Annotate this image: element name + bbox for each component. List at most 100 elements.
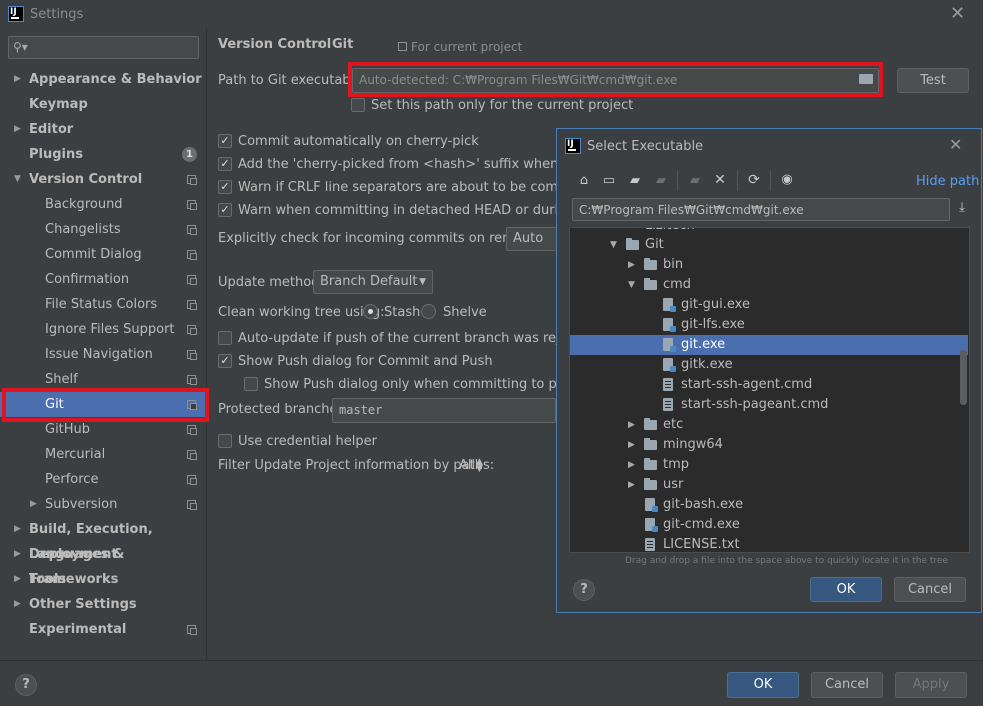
tree-item-label: git-gui.exe bbox=[681, 297, 750, 312]
refresh-icon[interactable]: ⟳ bbox=[746, 172, 762, 188]
sidebar-item-keymap[interactable]: Keymap bbox=[0, 92, 206, 117]
option-checkbox[interactable]: ✓ bbox=[218, 180, 232, 194]
sidebar-item-experimental[interactable]: Experimental bbox=[0, 617, 206, 642]
protected-branches-field[interactable]: master bbox=[332, 398, 556, 423]
option-label: Commit automatically on cherry-pick bbox=[238, 134, 479, 149]
auto-update-checkbox[interactable] bbox=[218, 331, 232, 345]
sidebar-item-version-control[interactable]: ▼ Version Control bbox=[0, 167, 206, 192]
sidebar-item-confirmation[interactable]: Confirmation bbox=[0, 267, 206, 292]
project-settings-icon bbox=[187, 250, 197, 260]
dialog-close-icon[interactable]: ✕ bbox=[949, 136, 962, 154]
chevron-right-icon[interactable]: ▶ bbox=[628, 435, 635, 455]
dialog-help-button[interactable]: ? bbox=[573, 579, 595, 601]
shelve-radio[interactable] bbox=[421, 304, 436, 319]
tree-row[interactable]: ▼ cmd bbox=[570, 275, 968, 295]
chevron-right-icon[interactable]: ▶ bbox=[628, 255, 635, 275]
chevron-down-icon[interactable]: ▼ bbox=[14, 167, 21, 192]
credential-helper-checkbox[interactable] bbox=[218, 434, 232, 448]
tree-row[interactable]: ▶ etc bbox=[570, 415, 968, 435]
tree-item-label: tmp bbox=[663, 457, 690, 472]
executable-file-icon bbox=[645, 518, 658, 532]
chevron-right-icon[interactable]: ▶ bbox=[30, 492, 37, 517]
chevron-right-icon[interactable]: ▶ bbox=[14, 67, 21, 92]
cancel-button[interactable]: Cancel bbox=[811, 672, 883, 698]
hide-path-link[interactable]: Hide path bbox=[916, 174, 979, 189]
file-tree[interactable]: Lizitech ▼Git▶bin▼cmdgit-gui.exegit-lfs.… bbox=[569, 227, 970, 553]
tree-scrollbar-thumb[interactable] bbox=[960, 350, 967, 405]
sidebar-item-editor[interactable]: ▶ Editor bbox=[0, 117, 206, 142]
tree-row[interactable]: git-bash.exe bbox=[570, 495, 968, 515]
close-icon[interactable]: ✕ bbox=[950, 5, 965, 23]
chevron-right-icon[interactable]: ▶ bbox=[14, 117, 21, 142]
new-folder-icon[interactable]: ▰ bbox=[687, 173, 703, 188]
update-method-combo[interactable]: Branch Default ▼ bbox=[313, 270, 433, 294]
sidebar-item-mercurial[interactable]: Mercurial bbox=[0, 442, 206, 467]
sidebar-item-build-execution-deployment[interactable]: ▶ Build, Execution, Deployment bbox=[0, 517, 206, 562]
download-icon[interactable]: ⤓ bbox=[954, 200, 970, 215]
dialog-cancel-button[interactable]: Cancel bbox=[894, 577, 966, 602]
sidebar-item-commit-dialog[interactable]: Commit Dialog bbox=[0, 242, 206, 267]
chevron-down-icon[interactable]: ▼ bbox=[610, 235, 617, 255]
updown-icon-lower: ▼ bbox=[476, 464, 483, 474]
sidebar-item-changelists[interactable]: Changelists bbox=[0, 217, 206, 242]
help-button[interactable]: ? bbox=[15, 674, 37, 696]
sidebar-item-label: Keymap bbox=[29, 97, 88, 112]
option-checkbox[interactable]: ✓ bbox=[218, 203, 232, 217]
scope-label: For current project bbox=[411, 40, 523, 54]
tree-row[interactable]: ▶ bin bbox=[570, 255, 968, 275]
option-checkbox[interactable]: ✓ bbox=[218, 157, 232, 171]
chevron-right-icon[interactable]: ▶ bbox=[628, 455, 635, 475]
sidebar-item-other-settings[interactable]: ▶ Other Settings bbox=[0, 592, 206, 617]
intellij-logo-icon: IJ bbox=[8, 6, 24, 22]
desktop-icon[interactable]: ▭ bbox=[601, 173, 617, 188]
sidebar-item-issue-navigation[interactable]: Issue Navigation bbox=[0, 342, 206, 367]
option-checkbox[interactable]: ✓ bbox=[218, 134, 232, 148]
breadcrumb-parent[interactable]: Version Control bbox=[218, 37, 331, 52]
sidebar-item-tools[interactable]: ▶ Tools bbox=[0, 567, 206, 592]
tree-row[interactable]: start-ssh-pageant.cmd bbox=[570, 395, 968, 415]
tree-row[interactable]: gitk.exe bbox=[570, 355, 968, 375]
delete-icon[interactable]: ✕ bbox=[712, 172, 728, 188]
sidebar-item-appearance-behavior[interactable]: ▶ Appearance & Behavior bbox=[0, 67, 206, 92]
filter-paths-value[interactable]: All bbox=[459, 458, 475, 473]
incoming-combo[interactable]: Auto bbox=[506, 227, 556, 251]
tree-row[interactable]: start-ssh-agent.cmd bbox=[570, 375, 968, 395]
chevron-right-icon[interactable]: ▶ bbox=[628, 475, 635, 495]
ok-button[interactable]: OK bbox=[727, 672, 799, 698]
dialog-path-field[interactable]: C:₩Program Files₩Git₩cmd₩git.exe bbox=[572, 198, 950, 221]
chevron-down-icon[interactable]: ▼ bbox=[628, 275, 635, 295]
chevron-right-icon[interactable]: ▶ bbox=[14, 517, 21, 542]
stash-radio[interactable] bbox=[363, 304, 378, 319]
sidebar-item-file-status-colors[interactable]: File Status Colors bbox=[0, 292, 206, 317]
project-folder-icon[interactable]: ▰ bbox=[627, 173, 643, 188]
dialog-ok-button[interactable]: OK bbox=[810, 577, 882, 602]
sidebar-item-plugins[interactable]: Plugins 1 bbox=[0, 142, 206, 167]
tree-row[interactable]: ▶ usr bbox=[570, 475, 968, 495]
sidebar-item-perforce[interactable]: Perforce bbox=[0, 467, 206, 492]
tree-row[interactable]: LICENSE.txt bbox=[570, 535, 968, 552]
search-input[interactable] bbox=[8, 36, 199, 59]
test-button[interactable]: Test bbox=[897, 68, 969, 93]
sidebar-item-background[interactable]: Background bbox=[0, 192, 206, 217]
apply-button[interactable]: Apply bbox=[895, 672, 967, 698]
tree-row[interactable]: git-gui.exe bbox=[570, 295, 968, 315]
tree-row[interactable]: ▶ mingw64 bbox=[570, 435, 968, 455]
sidebar-item-ignore-files-support[interactable]: Ignore Files Support bbox=[0, 317, 206, 342]
show-push-protected-checkbox[interactable] bbox=[244, 377, 258, 391]
tree-row[interactable]: git-lfs.exe bbox=[570, 315, 968, 335]
module-folder-icon[interactable]: ▰ bbox=[653, 173, 669, 188]
set-path-checkbox[interactable] bbox=[351, 98, 365, 112]
sidebar-item-languages-frameworks[interactable]: ▶ Languages & Frameworks bbox=[0, 542, 206, 587]
chevron-right-icon[interactable]: ▶ bbox=[14, 567, 21, 592]
home-icon[interactable]: ⌂ bbox=[576, 173, 592, 188]
tree-row[interactable]: ▶ tmp bbox=[570, 455, 968, 475]
chevron-right-icon[interactable]: ▶ bbox=[628, 415, 635, 435]
sidebar-item-subversion[interactable]: ▶ Subversion bbox=[0, 492, 206, 517]
tree-row[interactable]: git.exe bbox=[570, 335, 968, 355]
show-hidden-icon[interactable]: ◉ bbox=[779, 172, 795, 187]
tree-row[interactable]: git-cmd.exe bbox=[570, 515, 968, 535]
chevron-right-icon[interactable]: ▶ bbox=[14, 592, 21, 617]
chevron-right-icon[interactable]: ▶ bbox=[14, 542, 21, 567]
tree-row[interactable]: ▼ Git bbox=[570, 235, 968, 255]
show-push-checkbox[interactable]: ✓ bbox=[218, 354, 232, 368]
